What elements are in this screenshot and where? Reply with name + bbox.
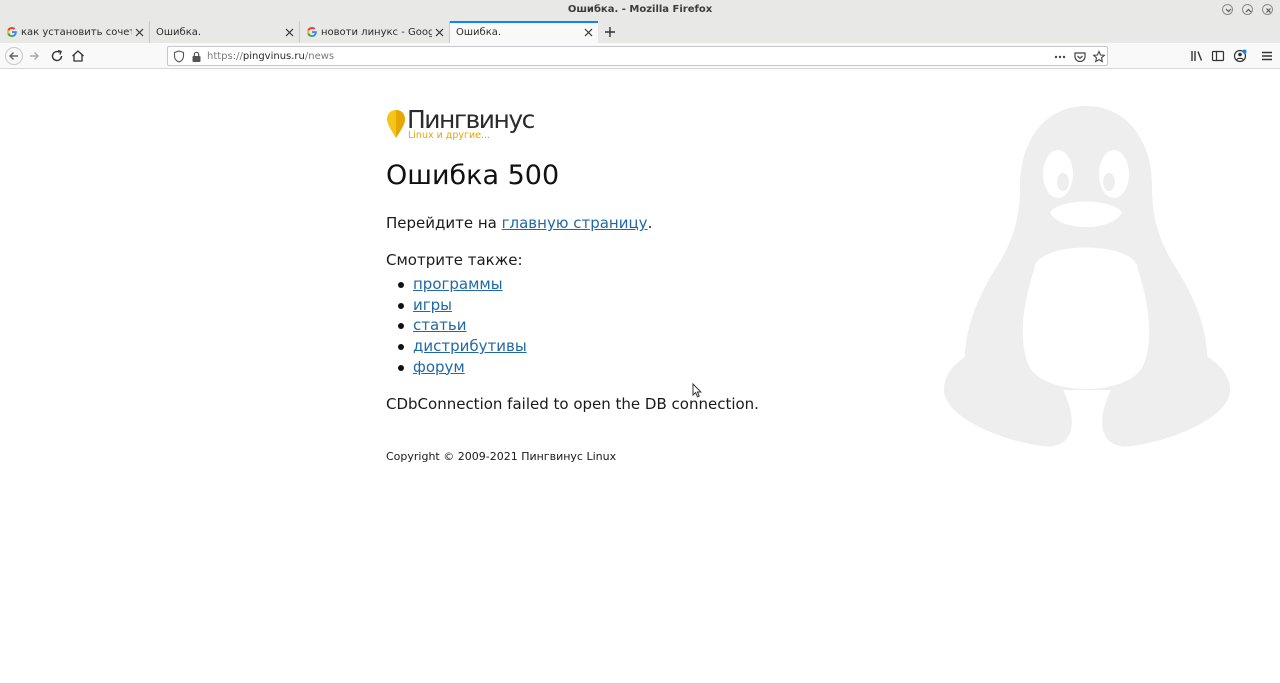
more-dots-icon[interactable] bbox=[1053, 51, 1067, 63]
page-title: Ошибка 500 bbox=[386, 160, 560, 191]
minimize-button[interactable] bbox=[1222, 4, 1233, 15]
arrow-left-icon bbox=[9, 52, 18, 60]
new-tab-button[interactable] bbox=[602, 24, 618, 40]
arrow-right-icon bbox=[30, 52, 39, 60]
shield-icon[interactable] bbox=[173, 50, 185, 63]
sidebar-button[interactable] bbox=[1210, 48, 1226, 64]
go-home-prefix: Перейдите на bbox=[386, 214, 502, 232]
lock-icon[interactable] bbox=[191, 51, 202, 63]
list-item: программы bbox=[386, 275, 527, 296]
reload-icon bbox=[51, 49, 63, 62]
list-item: дистрибутивы bbox=[386, 337, 527, 358]
url-bar[interactable]: https://pingvinus.ru/news bbox=[167, 46, 1108, 66]
copyright-footer: Copyright © 2009-2021 Пингвинус Linux bbox=[386, 450, 617, 463]
see-also-heading: Смотрите также: bbox=[386, 251, 523, 269]
hamburger-menu-icon bbox=[1262, 51, 1272, 61]
list-item: игры bbox=[386, 296, 527, 317]
window-title: Ошибка. - Mozilla Firefox bbox=[567, 4, 713, 15]
maximize-button[interactable] bbox=[1242, 4, 1253, 15]
page-content: Пингвинус Linux и другие... Ошибка 500 П… bbox=[0, 70, 1280, 684]
navigation-bar: https://pingvinus.ru/news bbox=[0, 43, 1280, 69]
library-icon bbox=[1191, 51, 1203, 61]
tab-4-active[interactable]: Ошибка. bbox=[450, 21, 598, 43]
list-item: статьи bbox=[386, 316, 527, 337]
window-title-bar: Ошибка. - Mozilla Firefox bbox=[0, 0, 1280, 21]
close-icon bbox=[135, 28, 143, 36]
logo-tagline: Linux и другие... bbox=[408, 130, 491, 141]
map-pin-logo-icon bbox=[387, 110, 405, 138]
programs-link[interactable]: программы bbox=[413, 275, 503, 293]
chevron-down-icon bbox=[1225, 8, 1232, 13]
home-button[interactable] bbox=[70, 48, 86, 64]
tux-penguin-watermark bbox=[944, 106, 1230, 447]
tab-2-close-button[interactable] bbox=[282, 25, 296, 39]
account-button[interactable] bbox=[1232, 48, 1248, 64]
tab-1[interactable]: как установить сочетание bbox=[0, 21, 150, 43]
see-also-list: программы игры статьи дистрибутивы форум bbox=[386, 275, 527, 378]
close-icon bbox=[435, 28, 443, 36]
url-text[interactable]: https://pingvinus.ru/news bbox=[207, 51, 334, 62]
go-home-paragraph: Перейдите на главную страницу. bbox=[386, 214, 652, 232]
tab-4-label: Ошибка. bbox=[456, 26, 502, 38]
chevron-up-icon bbox=[1245, 8, 1252, 13]
error-message: CDbConnection failed to open the DB conn… bbox=[386, 395, 759, 413]
url-path: /news bbox=[304, 51, 335, 62]
google-g-icon bbox=[7, 27, 17, 37]
url-protocol: https:// bbox=[207, 51, 243, 62]
tab-3-label: новоти линукс - Google bbox=[321, 26, 432, 38]
sidebar-icon bbox=[1211, 50, 1225, 62]
tab-2[interactable]: Ошибка. bbox=[150, 21, 300, 43]
library-button[interactable] bbox=[1189, 48, 1205, 64]
account-icon bbox=[1233, 49, 1247, 63]
menu-button[interactable] bbox=[1259, 48, 1275, 64]
tab-2-label: Ошибка. bbox=[156, 26, 202, 38]
back-button[interactable] bbox=[5, 47, 23, 65]
tab-3-close-button[interactable] bbox=[432, 25, 446, 39]
games-link[interactable]: игры bbox=[413, 296, 452, 314]
close-icon bbox=[285, 28, 293, 36]
tab-3[interactable]: новоти линукс - Google bbox=[300, 21, 450, 43]
home-page-link[interactable]: главную страницу bbox=[502, 214, 648, 232]
mouse-cursor-icon bbox=[692, 383, 702, 398]
close-icon bbox=[584, 28, 592, 36]
close-window-button[interactable] bbox=[1262, 4, 1273, 15]
url-host: pingvinus.ru bbox=[242, 51, 305, 62]
bookmark-star-icon[interactable] bbox=[1092, 50, 1106, 64]
tab-strip: как установить сочетание Ошибка. новоти … bbox=[0, 21, 1280, 43]
articles-link[interactable]: статьи bbox=[413, 316, 467, 334]
forum-link[interactable]: форум bbox=[413, 358, 465, 376]
tab-1-close-button[interactable] bbox=[132, 25, 146, 39]
forward-button[interactable] bbox=[27, 48, 43, 64]
tab-4-close-button[interactable] bbox=[581, 25, 595, 39]
plus-icon bbox=[605, 27, 615, 37]
distributions-link[interactable]: дистрибутивы bbox=[413, 337, 527, 355]
google-g-icon bbox=[307, 27, 317, 37]
home-icon bbox=[72, 50, 84, 62]
go-home-suffix: . bbox=[647, 214, 653, 232]
reload-button[interactable] bbox=[49, 48, 65, 64]
pocket-icon[interactable] bbox=[1073, 50, 1087, 64]
close-icon bbox=[1266, 8, 1271, 13]
tab-1-label: как установить сочетание bbox=[21, 26, 132, 38]
list-item: форум bbox=[386, 358, 527, 379]
